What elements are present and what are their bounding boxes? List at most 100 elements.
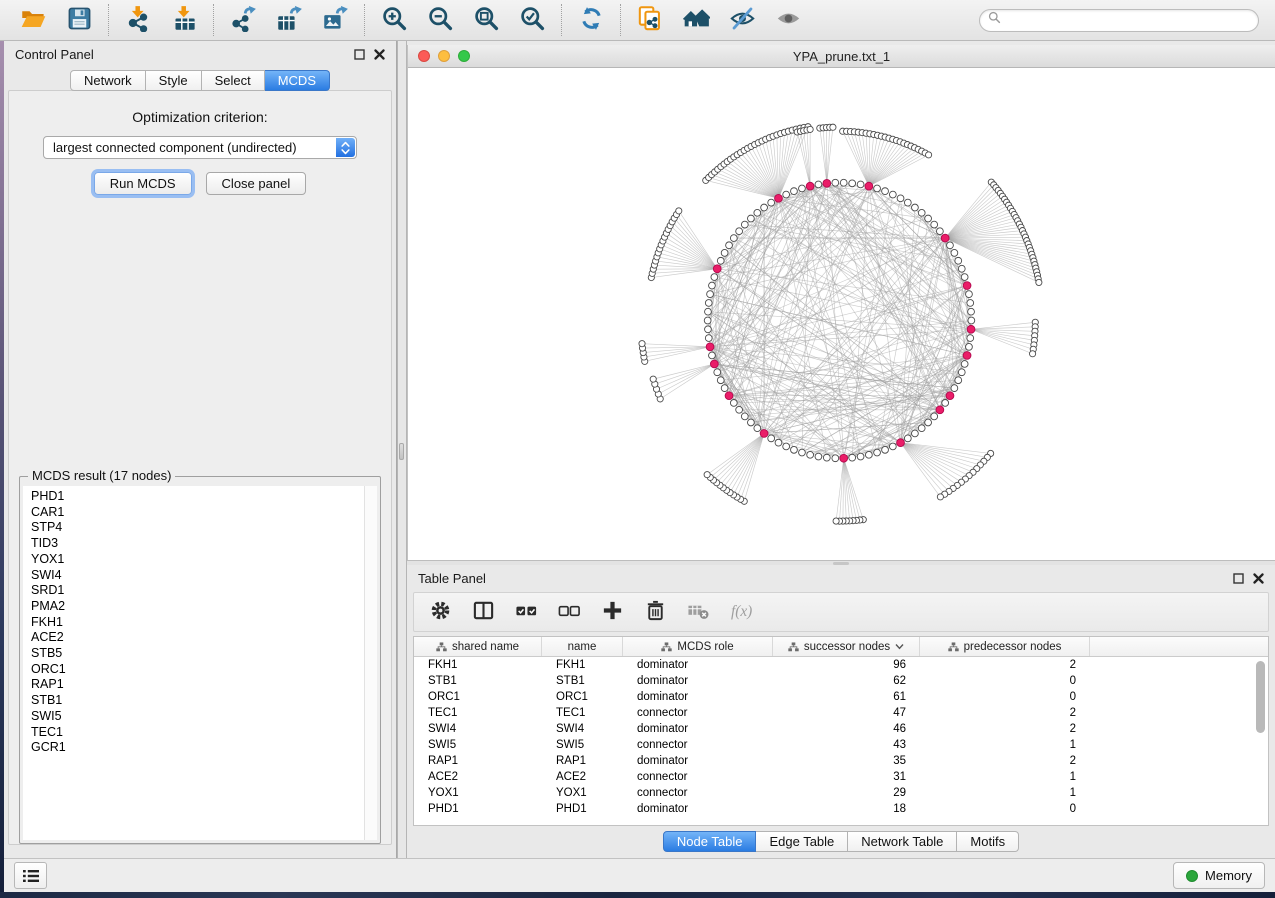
mcds-result-item[interactable]: RAP1 xyxy=(31,677,377,693)
ring-node[interactable] xyxy=(912,204,919,211)
ring-node[interactable] xyxy=(958,265,965,272)
task-history-button[interactable] xyxy=(14,862,47,889)
column-header-shared-name[interactable]: shared name xyxy=(414,637,542,656)
mcds-result-item[interactable]: CAR1 xyxy=(31,505,377,521)
welcome-screen-button[interactable] xyxy=(681,5,711,35)
ring-node[interactable] xyxy=(840,179,847,186)
mcds-result-item[interactable]: YOX1 xyxy=(31,552,377,568)
ring-node[interactable] xyxy=(704,317,711,324)
ring-node[interactable] xyxy=(832,455,839,462)
table-row[interactable]: ORC1ORC1dominator610 xyxy=(414,689,1268,705)
ring-node[interactable] xyxy=(783,443,790,450)
mcds-result-item[interactable]: FKH1 xyxy=(31,615,377,631)
tab-node-table[interactable]: Node Table xyxy=(663,831,757,852)
ring-node[interactable] xyxy=(955,377,962,384)
show-all-columns-button[interactable] xyxy=(513,599,539,625)
ring-node[interactable] xyxy=(721,249,728,256)
control-panel-float-button[interactable] xyxy=(354,49,365,60)
column-header-mcds-role[interactable]: MCDS role xyxy=(623,637,773,656)
tab-network[interactable]: Network xyxy=(70,70,146,91)
clone-network-button[interactable] xyxy=(635,5,665,35)
mcds-hub-node[interactable] xyxy=(710,360,718,368)
ring-node[interactable] xyxy=(951,385,958,392)
network-canvas[interactable] xyxy=(408,68,1275,560)
ring-node[interactable] xyxy=(931,221,938,228)
ring-node[interactable] xyxy=(942,400,949,407)
ring-node[interactable] xyxy=(961,274,968,281)
ring-node[interactable] xyxy=(967,300,974,307)
ring-node[interactable] xyxy=(966,291,973,298)
open-session-button[interactable] xyxy=(18,5,48,35)
table-row[interactable]: SWI4SWI4dominator462 xyxy=(414,721,1268,737)
mcds-hub-node[interactable] xyxy=(840,454,848,462)
ring-node[interactable] xyxy=(874,185,881,192)
ring-node[interactable] xyxy=(849,180,856,187)
mcds-result-item[interactable]: STB1 xyxy=(31,693,377,709)
ring-node[interactable] xyxy=(754,209,761,216)
ring-node[interactable] xyxy=(799,449,806,456)
satellite-node[interactable] xyxy=(830,124,836,130)
close-mcds-panel-button[interactable]: Close panel xyxy=(206,172,307,195)
ring-node[interactable] xyxy=(874,449,881,456)
mcds-hub-node[interactable] xyxy=(706,343,714,351)
ring-node[interactable] xyxy=(736,406,743,413)
table-row[interactable]: RAP1RAP1dominator352 xyxy=(414,753,1268,769)
mcds-result-item[interactable]: PMA2 xyxy=(31,599,377,615)
ring-node[interactable] xyxy=(857,181,864,188)
ring-node[interactable] xyxy=(925,215,932,222)
mcds-hub-node[interactable] xyxy=(713,265,721,273)
mcds-result-item[interactable]: ORC1 xyxy=(31,662,377,678)
ring-node[interactable] xyxy=(705,326,712,333)
ring-node[interactable] xyxy=(815,181,822,188)
table-row[interactable]: TEC1TEC1connector472 xyxy=(414,705,1268,721)
ring-node[interactable] xyxy=(889,443,896,450)
satellite-node[interactable] xyxy=(1036,279,1042,285)
ring-node[interactable] xyxy=(951,249,958,256)
tab-mcds[interactable]: MCDS xyxy=(265,70,330,91)
mcds-hub-node[interactable] xyxy=(760,430,768,438)
ring-node[interactable] xyxy=(711,274,718,281)
mcds-result-item[interactable]: STB5 xyxy=(31,646,377,662)
ring-node[interactable] xyxy=(707,291,714,298)
table-panel-float-button[interactable] xyxy=(1233,573,1244,584)
tab-select[interactable]: Select xyxy=(202,70,265,91)
ring-node[interactable] xyxy=(925,419,932,426)
table-settings-gear-button[interactable] xyxy=(427,599,453,625)
ring-node[interactable] xyxy=(721,385,728,392)
table-row[interactable]: YOX1YOX1connector291 xyxy=(414,785,1268,801)
ring-node[interactable] xyxy=(768,435,775,442)
ring-node[interactable] xyxy=(882,188,889,195)
ring-node[interactable] xyxy=(730,400,737,407)
import-network-button[interactable] xyxy=(123,5,153,35)
criterion-select[interactable]: largest connected component (undirected) xyxy=(43,136,357,159)
show-graphics-button[interactable] xyxy=(773,5,803,35)
satellite-node[interactable] xyxy=(937,494,943,500)
ring-node[interactable] xyxy=(775,439,782,446)
mcds-hub-node[interactable] xyxy=(936,406,944,414)
ring-node[interactable] xyxy=(955,257,962,264)
export-table-button[interactable] xyxy=(274,5,304,35)
mcds-result-item[interactable]: SRD1 xyxy=(31,583,377,599)
ring-node[interactable] xyxy=(717,257,724,264)
save-session-button[interactable] xyxy=(64,5,94,35)
ring-node[interactable] xyxy=(823,454,830,461)
satellite-node[interactable] xyxy=(926,152,932,158)
split-panel-button[interactable] xyxy=(470,599,496,625)
run-mcds-button[interactable]: Run MCDS xyxy=(94,172,192,195)
ring-node[interactable] xyxy=(947,242,954,249)
ring-node[interactable] xyxy=(761,204,768,211)
ring-node[interactable] xyxy=(705,300,712,307)
mcds-result-item[interactable]: STP4 xyxy=(31,520,377,536)
mcds-result-item[interactable]: TEC1 xyxy=(31,725,377,741)
memory-button[interactable]: Memory xyxy=(1173,862,1265,889)
ring-node[interactable] xyxy=(882,446,889,453)
create-column-button[interactable] xyxy=(599,599,625,625)
hide-graphics-button[interactable] xyxy=(727,5,757,35)
satellite-node[interactable] xyxy=(639,341,645,347)
satellite-node[interactable] xyxy=(676,208,682,214)
mcds-result-item[interactable]: ACE2 xyxy=(31,630,377,646)
import-table-button[interactable] xyxy=(169,5,199,35)
table-row[interactable]: SWI5SWI5connector431 xyxy=(414,737,1268,753)
network-titlebar[interactable]: YPA_prune.txt_1 xyxy=(408,45,1275,68)
ring-node[interactable] xyxy=(857,453,864,460)
